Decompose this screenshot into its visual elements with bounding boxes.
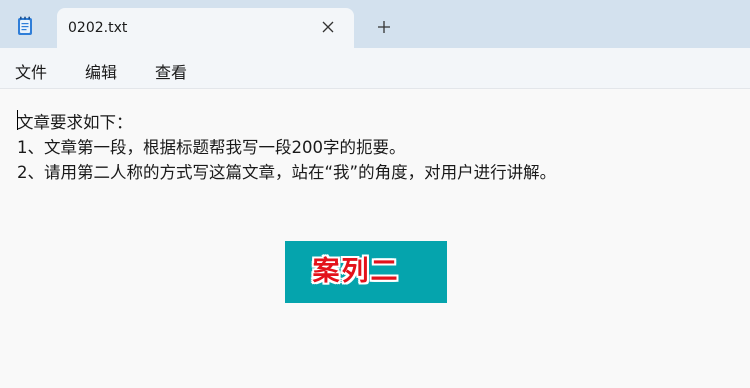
title-bar: 0202.txt xyxy=(0,0,750,48)
notepad-icon[interactable] xyxy=(17,16,33,36)
tab-title: 0202.txt xyxy=(68,20,128,36)
editor-line-1: 文章要求如下： xyxy=(17,113,133,132)
close-icon[interactable] xyxy=(319,18,337,36)
case-banner: 案列二 xyxy=(285,241,447,303)
editor-line-2: 1、文章第一段，根据标题帮我写一段200字的扼要。 xyxy=(17,138,406,157)
menu-edit[interactable]: 编辑 xyxy=(85,59,117,83)
menu-file[interactable]: 文件 xyxy=(15,59,47,83)
editor-line-3: 2、请用第二人称的方式写这篇文章，站在“我”的角度，对用户进行讲解。 xyxy=(17,163,557,182)
plus-icon[interactable] xyxy=(375,18,393,36)
notepad-window: 0202.txt 文件 编辑 查看 文章要求如下： 1、文章第一段，根据标题帮我… xyxy=(0,0,750,388)
menu-bar: 文件 编辑 查看 xyxy=(0,48,750,89)
case-banner-text: 案列二 xyxy=(312,256,400,287)
tab-0202-txt[interactable]: 0202.txt xyxy=(57,8,354,48)
text-editor[interactable]: 文章要求如下： 1、文章第一段，根据标题帮我写一段200字的扼要。 2、请用第二… xyxy=(0,89,750,388)
menu-view[interactable]: 查看 xyxy=(155,59,187,83)
